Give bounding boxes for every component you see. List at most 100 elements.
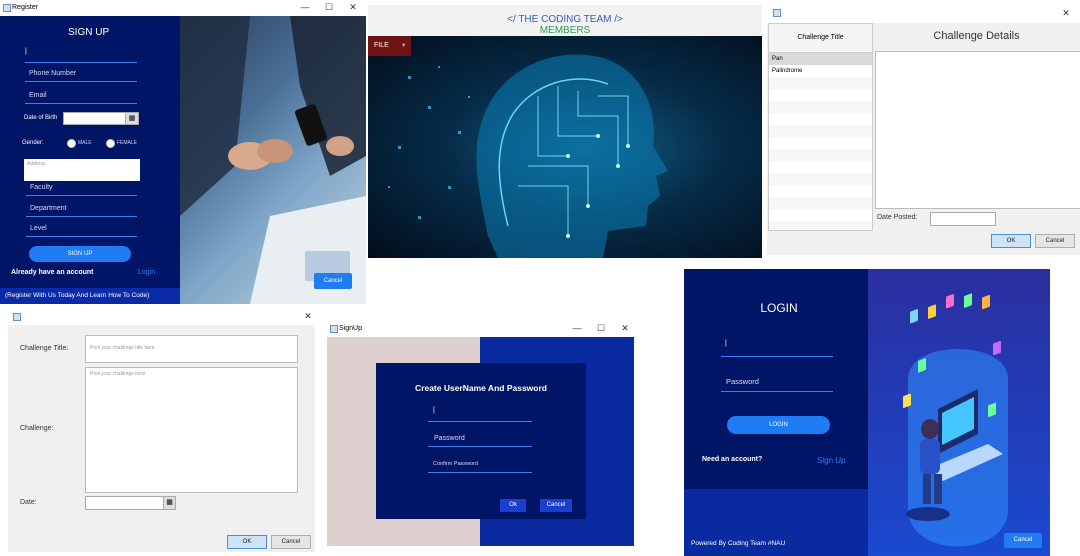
challenge-list-header: Challenge Title (769, 24, 872, 53)
post-challenge-titlebar: ✕ (8, 309, 315, 325)
empty-row (769, 197, 872, 209)
members-window: </ THE CODING TEAM /> MEMBERS FILE ▼ (368, 5, 762, 258)
close-icon[interactable]: ✕ (1059, 8, 1073, 19)
ok-button[interactable]: Ok (500, 499, 526, 512)
need-account-text: Need an account? (702, 456, 763, 463)
challenge-title-placeholder: Post your challenge title here (90, 345, 155, 351)
email-field[interactable]: Email (25, 92, 137, 104)
calendar-icon[interactable]: ▦ (125, 112, 139, 125)
create-credentials-window-title: SignUp (339, 325, 362, 332)
date-posted-input[interactable] (930, 212, 996, 226)
login-window: LOGIN | Password LOGIN Need an account? … (684, 269, 1050, 556)
address-placeholder: Address (27, 161, 46, 167)
login-card: LOGIN | Password LOGIN Need an account? … (684, 269, 868, 489)
file-menu[interactable]: FILE ▼ (368, 36, 411, 56)
date-input[interactable] (85, 496, 165, 510)
challenge-list[interactable]: Challenge Title Pan Palindrome (768, 23, 873, 231)
new-username-field[interactable]: | (428, 407, 532, 422)
dob-label: Date of Birth (24, 115, 58, 121)
close-icon[interactable]: ✕ (301, 311, 315, 322)
male-label: MALE (78, 140, 92, 146)
app-window-icon (13, 313, 21, 321)
new-password-field[interactable]: Password (428, 435, 532, 447)
cancel-button[interactable]: Cancel (271, 535, 311, 549)
login-cancel-button[interactable]: Cancel (1004, 533, 1042, 548)
app-window-icon (3, 4, 11, 12)
ai-head-image: FILE ▼ (368, 36, 762, 258)
female-radio[interactable] (106, 139, 115, 148)
members-title: </ THE CODING TEAM /> (507, 14, 623, 25)
register-titlebar: Register — ☐ ✕ (0, 0, 366, 16)
login-link[interactable]: Login (138, 269, 155, 276)
close-icon[interactable]: ✕ (346, 2, 360, 13)
challenge-title-column: Challenge Title (797, 34, 844, 41)
signup-button[interactable]: SIGN UP (29, 246, 131, 262)
register-footer-text: (Register With Us Today And Learn How To… (5, 292, 150, 299)
maximize-icon[interactable]: ☐ (322, 2, 336, 13)
chevron-down-icon: ▼ (400, 43, 407, 49)
login-password-field[interactable]: Password (721, 377, 833, 392)
phone-number-field[interactable]: Phone Number (25, 70, 137, 82)
challenge-details-title: Challenge Details (933, 30, 1020, 42)
login-heading: LOGIN (760, 301, 798, 315)
credentials-card: Create UserName And Password | Password … (376, 363, 586, 519)
male-radio[interactable] (67, 139, 76, 148)
challenge-details-window: ✕ Challenge Title Pan Palindrome Challen… (767, 5, 1080, 255)
date-posted-label: Date Posted: (877, 214, 918, 221)
date-label: Date: (20, 499, 37, 506)
create-credentials-titlebar: SignUp — ☐ ✕ (327, 321, 634, 337)
register-heading: SIGN UP (68, 27, 110, 38)
empty-row (769, 101, 872, 113)
register-cancel-button[interactable]: Cancel (314, 273, 352, 289)
login-username-field[interactable]: | (721, 340, 833, 357)
empty-row (769, 173, 872, 185)
list-item[interactable]: Pan (769, 53, 872, 65)
already-have-account-text: Already have an account (11, 269, 94, 276)
department-field[interactable]: Department (26, 205, 137, 217)
ok-button[interactable]: OK (991, 234, 1031, 248)
ok-button[interactable]: OK (227, 535, 267, 549)
confirm-password-field[interactable]: Confirm Password (428, 461, 532, 473)
gender-label: Gender: (22, 140, 44, 146)
register-window: Register — ☐ ✕ SIGN UP | Phone Number Em… (0, 0, 366, 304)
post-challenge-window: ✕ Challenge Title: Post your challenge t… (8, 309, 315, 552)
create-credentials-window: SignUp — ☐ ✕ Create UserName And Passwor… (327, 321, 634, 546)
challenge-label: Challenge: (20, 425, 54, 432)
empty-row (769, 125, 872, 137)
empty-row (769, 77, 872, 89)
username-field[interactable]: | (25, 48, 137, 63)
close-icon[interactable]: ✕ (618, 323, 632, 334)
minimize-icon[interactable]: — (298, 2, 312, 12)
challenge-textarea[interactable]: Post your challenge here (85, 367, 298, 493)
challenge-details-textarea[interactable] (875, 51, 1080, 209)
empty-row (769, 149, 872, 161)
app-window-icon (330, 325, 338, 333)
challenge-title-label: Challenge Title: (20, 345, 69, 352)
signup-link[interactable]: Sign Up (817, 456, 845, 465)
empty-row (769, 221, 872, 229)
cancel-button[interactable]: Cancel (1035, 234, 1075, 248)
calendar-icon[interactable]: ▦ (163, 496, 176, 510)
maximize-icon[interactable]: ☐ (594, 323, 608, 334)
female-label: FEMALE (117, 140, 138, 146)
cancel-button[interactable]: Cancel (540, 499, 572, 512)
file-menu-label: FILE (374, 42, 389, 49)
challenge-title-input[interactable]: Post your challenge title here (85, 335, 298, 363)
challenge-details-titlebar: ✕ (767, 5, 1080, 23)
challenge-placeholder: Post your challenge here (90, 371, 146, 377)
level-field[interactable]: Level (26, 225, 137, 237)
register-window-title: Register (12, 4, 39, 11)
minimize-icon[interactable]: — (570, 323, 584, 333)
handshake-photo: Cancel (180, 16, 366, 304)
list-item[interactable]: Palindrome (769, 65, 872, 77)
credentials-heading: Create UserName And Password (415, 383, 547, 393)
members-subtitle: MEMBERS (539, 25, 591, 36)
developer-illustration: Cancel (868, 269, 1050, 556)
app-window-icon (773, 9, 781, 17)
login-button[interactable]: LOGIN (727, 416, 830, 434)
faculty-field[interactable]: Faculty (26, 184, 137, 196)
address-textarea[interactable]: Address (24, 159, 140, 181)
register-footer: (Register With Us Today And Learn How To… (0, 288, 180, 304)
dob-input[interactable] (63, 112, 127, 125)
login-footer: Powered By Coding Team #NAU (691, 540, 786, 547)
